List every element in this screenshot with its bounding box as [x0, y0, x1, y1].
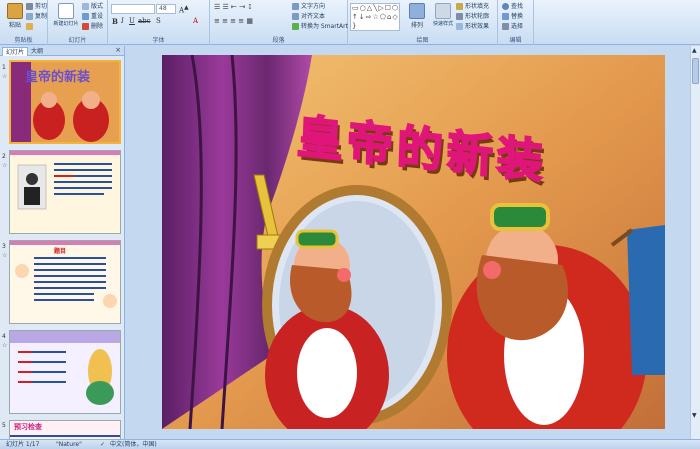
- delete-icon: [82, 23, 89, 30]
- align-text-icon: [292, 13, 299, 20]
- paint-bucket-icon: [456, 3, 463, 10]
- quick-styles-button[interactable]: 快速样式: [430, 2, 456, 34]
- delete-button[interactable]: 删除: [82, 22, 103, 31]
- slide-position: 幻灯片 1/17: [6, 441, 40, 448]
- paragraph-label: 段落: [272, 37, 285, 44]
- vertical-scrollbar[interactable]: ▲ ▼: [690, 46, 700, 439]
- scroll-thumb[interactable]: [692, 58, 699, 84]
- layout-icon: [82, 3, 89, 10]
- reset-button[interactable]: 重设: [82, 12, 103, 21]
- editing-group: 查找 替换 选择 编辑: [498, 0, 534, 45]
- font-color-button[interactable]: A: [193, 17, 198, 26]
- thumb-1-title: 皇帝的新装: [25, 70, 91, 85]
- scroll-up-icon[interactable]: ▲: [692, 47, 697, 54]
- find-button[interactable]: 查找: [502, 2, 523, 11]
- thumb-4-image: [10, 331, 120, 413]
- copy-button[interactable]: 复制: [26, 12, 47, 21]
- pen-icon: [456, 13, 463, 20]
- pane-tabs: 幻灯片 大纲 ×: [0, 46, 124, 56]
- current-slide[interactable]: 皇帝的新装: [162, 55, 665, 429]
- close-icon[interactable]: ×: [115, 46, 121, 54]
- tab-slides[interactable]: 幻灯片: [2, 47, 29, 56]
- strikethrough-button[interactable]: abc: [138, 17, 151, 26]
- font-group: 48 A▲ B I U abc S A 字体: [108, 0, 210, 45]
- slides-pane: 幻灯片 大纲 × 1 ☆ 皇帝的新装 2 ☆ 3 ☆ 题目 4 ☆ 5 预习检查: [0, 46, 125, 439]
- text-direction-icon: [292, 3, 299, 10]
- replace-icon: [502, 13, 509, 20]
- thumb-2-image: [10, 151, 120, 233]
- new-slide-icon: [58, 3, 74, 19]
- thumb-number: 2: [2, 153, 6, 160]
- shape-outline-button[interactable]: 形状轮廓: [456, 12, 489, 21]
- paste-icon: [7, 3, 23, 19]
- language-indicator[interactable]: 中文(简体，中国): [110, 440, 157, 449]
- slides-group: 新建幻灯片 版式 重设 删除 幻灯片: [48, 0, 108, 45]
- smartart-button[interactable]: 转换为 SmartArt: [292, 22, 348, 31]
- thumb-3-title: 题目: [54, 248, 67, 255]
- slides-label: 幻灯片: [68, 37, 87, 44]
- slide-thumbnail-5[interactable]: 预习检查: [9, 420, 121, 439]
- align-buttons[interactable]: ≡ ≡ ≡ ≡ ▦: [214, 17, 253, 26]
- text-direction-button[interactable]: 文字方向: [292, 2, 325, 11]
- slide-thumbnail-2[interactable]: [9, 150, 121, 234]
- paste-button[interactable]: 粘贴: [2, 2, 28, 34]
- layout-button[interactable]: 版式: [82, 2, 103, 11]
- animation-icon: ☆: [2, 252, 8, 259]
- slide-thumbnail-4[interactable]: [9, 330, 121, 414]
- bullets-button[interactable]: ☰ ☰ ⇤ ⇥ ↕: [214, 3, 253, 12]
- thumb-5-title: 预习检查: [14, 423, 42, 431]
- drawing-group: ▭○△╲▷☐⬡⌒↑↓⇨☆⬠⌂◇{ } 排列 快速样式 形状填充 形状轮廓 形状效…: [348, 0, 498, 45]
- ribbon: 粘贴 剪切 复制 剪贴板 新建幻灯片 版式 重设 删除 幻灯片 48 A▲ B …: [0, 0, 700, 45]
- align-text-button[interactable]: 对齐文本: [292, 12, 325, 21]
- smartart-icon: [292, 23, 299, 30]
- search-icon: [502, 3, 509, 10]
- animation-icon: ☆: [2, 342, 8, 349]
- scissors-icon: [26, 3, 33, 10]
- select-button[interactable]: 选择: [502, 22, 523, 31]
- status-bar: 幻灯片 1/17 "Nature" ✓ 中文(简体，中国): [0, 439, 700, 449]
- effects-icon: [456, 23, 463, 30]
- slide-thumbnail-3[interactable]: 题目: [9, 240, 121, 324]
- scroll-down-icon[interactable]: ▼: [692, 412, 697, 419]
- grow-font-button[interactable]: A▲: [179, 4, 189, 15]
- arrange-button[interactable]: 排列: [404, 2, 430, 34]
- bold-button[interactable]: B: [112, 17, 118, 26]
- editing-label: 编辑: [509, 37, 522, 44]
- new-slide-button[interactable]: 新建幻灯片: [52, 2, 80, 34]
- replace-button[interactable]: 替换: [502, 12, 523, 21]
- brush-icon: [26, 23, 33, 30]
- quick-styles-icon: [435, 3, 451, 19]
- font-size-box[interactable]: 48: [156, 4, 176, 14]
- font-name-box[interactable]: [111, 4, 155, 14]
- reset-icon: [82, 13, 89, 20]
- thumb-number: 3: [2, 243, 6, 250]
- animation-icon: ☆: [2, 162, 8, 169]
- underline-button[interactable]: U: [129, 17, 135, 26]
- thumb-number: 1: [2, 64, 6, 71]
- copy-icon: [26, 13, 33, 20]
- arrange-icon: [409, 3, 425, 19]
- tab-outline[interactable]: 大纲: [28, 47, 46, 56]
- thumb-number: 4: [2, 333, 6, 340]
- shadow-button[interactable]: S: [156, 17, 161, 26]
- paragraph-group: ☰ ☰ ⇤ ⇥ ↕ ≡ ≡ ≡ ≡ ▦ 文字方向 对齐文本 转换为 SmartA…: [210, 0, 348, 45]
- cut-button[interactable]: 剪切: [26, 2, 47, 11]
- shape-fill-button[interactable]: 形状填充: [456, 2, 489, 11]
- thumb-number: 5: [2, 422, 6, 429]
- slide-thumbnail-1[interactable]: 皇帝的新装: [9, 60, 121, 144]
- clipboard-group: 粘贴 剪切 复制 剪贴板: [0, 0, 48, 45]
- font-label: 字体: [152, 37, 165, 44]
- clipboard-label: 剪贴板: [14, 37, 33, 44]
- shape-effects-button[interactable]: 形状效果: [456, 22, 489, 31]
- theme-name: "Nature": [56, 441, 82, 448]
- animation-icon: ☆: [2, 73, 8, 80]
- italic-button[interactable]: I: [121, 17, 124, 26]
- format-painter-button[interactable]: [26, 22, 35, 31]
- slide-editor: 皇帝的新装 ▲ ▼: [126, 46, 700, 439]
- spellcheck-icon[interactable]: ✓: [100, 440, 105, 449]
- drawing-label: 绘图: [416, 37, 429, 44]
- cursor-icon: [502, 23, 509, 30]
- shapes-gallery[interactable]: ▭○△╲▷☐⬡⌒↑↓⇨☆⬠⌂◇{ }: [350, 3, 400, 31]
